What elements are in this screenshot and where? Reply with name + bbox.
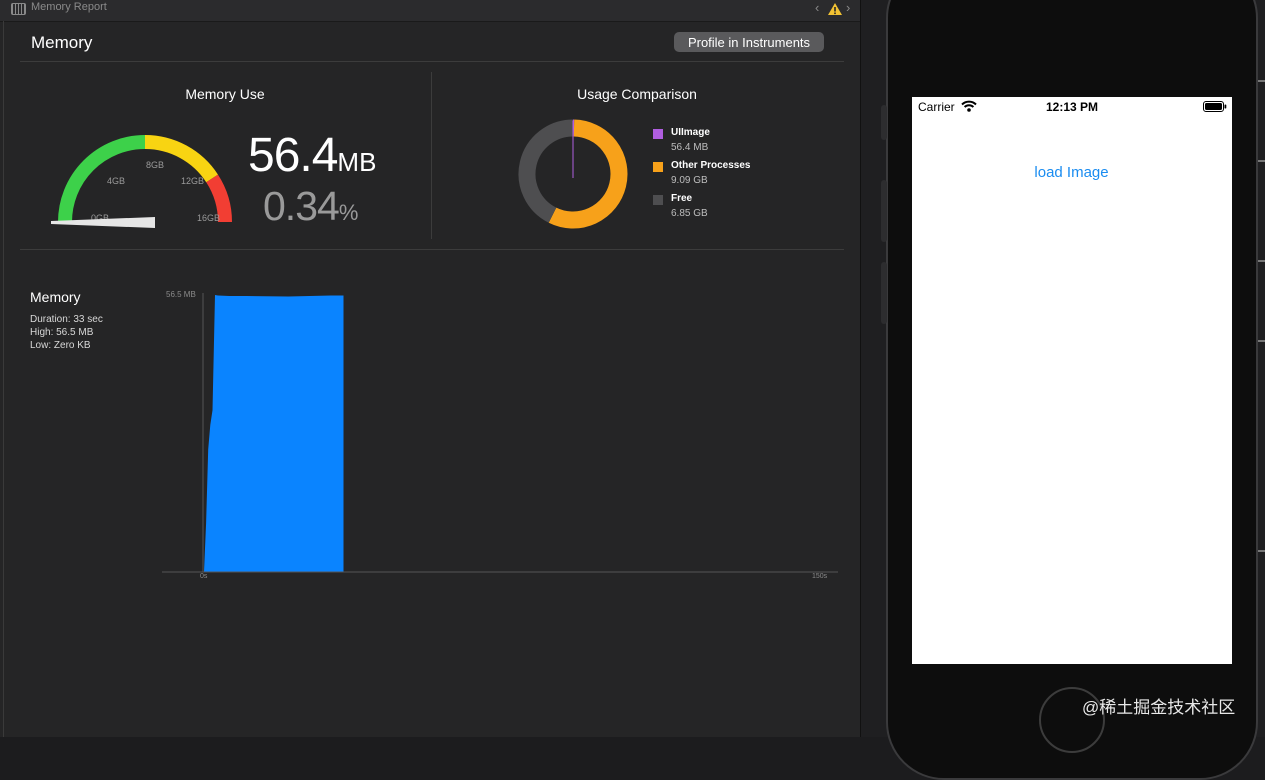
jump-bar: Memory Report ‹ › [0,0,860,22]
graph-high: High: 56.5 MB [30,327,93,338]
memory-gauge: 0GB 4GB 8GB 12GB 16GB [45,120,245,230]
memory-value-number: 56.4 [248,129,337,182]
memory-percent-number: 0.34 [263,183,339,229]
profile-in-instruments-button[interactable]: Profile in Instruments [674,32,824,52]
memory-report-icon [11,3,26,15]
panel-edge [3,21,4,737]
memory-graph: 56.5 MB 0s 150s [160,285,845,585]
memory-percent: 0.34% [263,183,358,230]
gauges-divider [20,249,844,250]
memory-report-panel: Memory Report ‹ › Memory Profile in Inst… [0,0,861,737]
memory-use-title: Memory Use [0,86,450,102]
panel-title: Memory [31,33,92,53]
legend-value: 9.09 GB [671,175,708,186]
volume-up-button [881,180,887,242]
report-title: Memory Report [31,1,107,13]
graph-low: Low: Zero KB [30,340,91,351]
header-divider [20,61,844,62]
gauge-label-8gb: 8GB [146,160,164,170]
edge-fragment [1257,550,1265,552]
nav-back-icon[interactable]: ‹ [815,0,819,15]
donut-slice-free [527,128,573,215]
usage-donut-chart [518,119,628,229]
legend-name: Other Processes [671,160,751,171]
memory-area [204,295,344,572]
volume-down-button [881,262,887,324]
gauge-label-16gb: 16GB [197,213,220,223]
watermark: @稀土掘金技术社区 [1082,693,1235,718]
legend-name: Free [671,193,692,204]
mute-switch [881,105,887,140]
battery-icon [1203,101,1227,112]
status-time: 12:13 PM [1046,100,1098,114]
y-max-label: 56.5 MB [166,290,196,299]
legend-name: UIImage [671,127,710,138]
edge-fragment [1257,160,1265,162]
gauge-segment-green [65,142,145,222]
status-carrier: Carrier [918,100,955,114]
warning-icon[interactable] [827,2,843,16]
graph-duration: Duration: 33 sec [30,314,103,325]
memory-percent-unit: % [339,200,359,225]
legend-swatch [653,195,663,205]
x-end-label: 150s [812,573,828,580]
legend-value: 6.85 GB [671,208,708,219]
edge-fragment [1257,340,1265,342]
x-start-label: 0s [200,573,208,580]
memory-value: 56.4MB [248,128,376,183]
gauge-label-4gb: 4GB [107,176,125,186]
edge-fragment [1257,260,1265,262]
load-image-button[interactable]: load Image [1020,162,1123,182]
wifi-icon [961,100,977,112]
legend-value: 56.4 MB [671,142,708,153]
graph-title: Memory [30,289,81,305]
legend-swatch [653,129,663,139]
legend-swatch [653,162,663,172]
donut-slice-other-processes [553,128,619,220]
gauge-label-12gb: 12GB [181,176,204,186]
simulator-screen [912,97,1232,664]
memory-value-unit: MB [337,147,376,177]
edge-fragment [1257,80,1265,82]
usage-comparison-title: Usage Comparison [432,86,842,102]
nav-forward-icon[interactable]: › [846,0,850,15]
